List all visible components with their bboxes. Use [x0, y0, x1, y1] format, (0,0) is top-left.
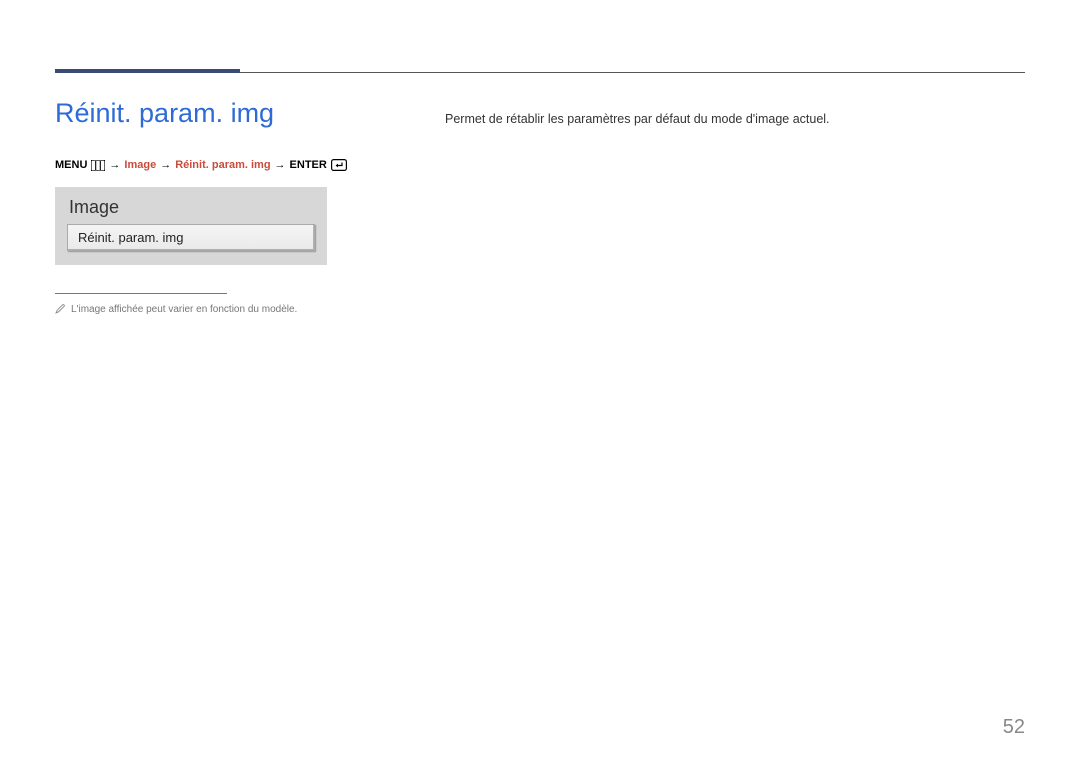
footnote-text: L'image affichée peut varier en fonction…: [71, 304, 297, 315]
breadcrumb-enter-label: ENTER: [290, 159, 327, 171]
breadcrumb-arrow-1: →: [109, 159, 120, 171]
breadcrumb-arrow-2: →: [160, 159, 171, 171]
left-column: Réinit. param. img MENU → Image → Réinit…: [55, 98, 445, 317]
note-divider: [55, 293, 227, 294]
right-column: Permet de rétablir les paramètres par dé…: [445, 98, 1025, 317]
pen-icon: [55, 304, 65, 317]
page-title: Réinit. param. img: [55, 98, 415, 129]
breadcrumb-menu-label: MENU: [55, 159, 87, 171]
breadcrumb-reset: Réinit. param. img: [175, 159, 270, 171]
page-number: 52: [1003, 716, 1025, 739]
breadcrumb: MENU → Image → Réinit. param. img → ENTE…: [55, 159, 415, 171]
manual-page: Réinit. param. img MENU → Image → Réinit…: [0, 0, 1080, 763]
footnote: L'image affichée peut varier en fonction…: [55, 304, 415, 317]
menu-icon: [91, 160, 105, 171]
osd-preview: Image Réinit. param. img: [55, 187, 327, 265]
content-row: Réinit. param. img MENU → Image → Réinit…: [55, 60, 1025, 317]
description-text: Permet de rétablir les paramètres par dé…: [445, 110, 1025, 129]
enter-icon: [331, 159, 347, 171]
breadcrumb-arrow-3: →: [275, 159, 286, 171]
osd-preview-header: Image: [67, 197, 315, 218]
breadcrumb-image: Image: [124, 159, 156, 171]
osd-preview-item: Réinit. param. img: [67, 224, 315, 251]
